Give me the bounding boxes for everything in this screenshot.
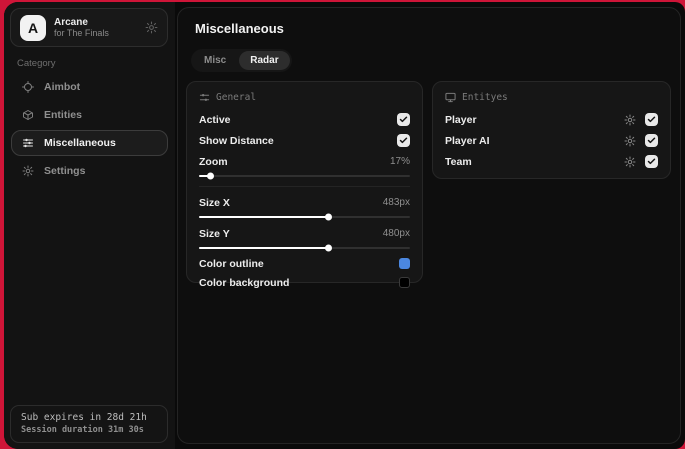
zoom-label: Zoom bbox=[199, 155, 228, 168]
general-card: General Active Show Distance Zoom 17% Si… bbox=[186, 81, 423, 289]
general-card-title: General bbox=[216, 92, 257, 103]
sidebar-item-entities[interactable]: Entities bbox=[11, 102, 168, 128]
sliders-icon bbox=[22, 137, 34, 149]
player-ai-label: Player AI bbox=[445, 134, 490, 147]
size-x-row: Size X 483px bbox=[199, 192, 410, 213]
color-outline-swatch[interactable] bbox=[399, 258, 410, 269]
sidebar-item-miscellaneous[interactable]: Miscellaneous bbox=[11, 130, 168, 156]
size-y-value: 480px bbox=[382, 228, 410, 239]
sidebar-item-label: Aimbot bbox=[44, 81, 81, 93]
zoom-row: Zoom 17% bbox=[199, 151, 410, 172]
sidebar-item-label: Entities bbox=[44, 109, 82, 121]
team-row: Team bbox=[445, 151, 658, 172]
size-y-row: Size Y 480px bbox=[199, 223, 410, 244]
active-label: Active bbox=[199, 113, 231, 126]
sliders-icon bbox=[199, 92, 210, 103]
sidebar-item-aimbot[interactable]: Aimbot bbox=[11, 74, 168, 100]
player-gear-icon[interactable] bbox=[624, 114, 636, 126]
size-y-label: Size Y bbox=[199, 227, 230, 240]
entities-card-title: Entityes bbox=[462, 92, 508, 103]
subscription-card: Sub expires in 28d 21h Session duration … bbox=[10, 405, 168, 443]
app-avatar: A bbox=[20, 14, 46, 41]
zoom-slider[interactable] bbox=[199, 172, 410, 182]
monitor-icon bbox=[445, 92, 456, 103]
team-gear-icon[interactable] bbox=[624, 156, 636, 168]
zoom-value: 17% bbox=[389, 156, 410, 167]
page-title: Miscellaneous bbox=[195, 21, 284, 36]
color-outline-label: Color outline bbox=[199, 257, 264, 270]
size-x-slider[interactable] bbox=[199, 213, 410, 223]
tab-misc[interactable]: Misc bbox=[193, 51, 237, 70]
app-name: Arcane bbox=[54, 16, 88, 28]
brand-card: A Arcane for The Finals bbox=[10, 8, 168, 47]
sidebar-item-settings[interactable]: Settings bbox=[11, 158, 168, 184]
size-y-slider[interactable] bbox=[199, 244, 410, 254]
player-checkbox[interactable] bbox=[645, 113, 658, 126]
player-label: Player bbox=[445, 113, 477, 126]
show-distance-checkbox[interactable] bbox=[397, 134, 410, 147]
color-outline-row: Color outline bbox=[199, 254, 410, 273]
team-label: Team bbox=[445, 155, 472, 168]
active-row: Active bbox=[199, 109, 410, 130]
sub-expires-text: Sub expires in 28d 21h bbox=[21, 412, 147, 423]
crosshair-icon bbox=[22, 81, 34, 93]
app-subtitle: for The Finals bbox=[54, 28, 109, 39]
color-background-row: Color background bbox=[199, 273, 410, 292]
active-checkbox[interactable] bbox=[397, 113, 410, 126]
sidebar-item-label: Settings bbox=[44, 165, 86, 177]
player-ai-checkbox[interactable] bbox=[645, 134, 658, 147]
app-window: A Arcane for The Finals Category Aimbot … bbox=[4, 2, 685, 449]
cube-icon bbox=[22, 109, 34, 121]
show-distance-row: Show Distance bbox=[199, 130, 410, 151]
color-background-swatch[interactable] bbox=[399, 277, 410, 288]
zoom-slider-thumb[interactable] bbox=[206, 172, 214, 180]
player-ai-row: Player AI bbox=[445, 130, 658, 151]
brand-gear-icon[interactable] bbox=[145, 21, 158, 34]
session-duration-text: Session duration 31m 30s bbox=[21, 425, 144, 435]
size-y-slider-thumb[interactable] bbox=[324, 244, 332, 252]
main-panel: Miscellaneous Misc Radar General Active bbox=[177, 7, 681, 444]
entities-card-header: Entityes bbox=[445, 92, 658, 103]
sidebar: A Arcane for The Finals Category Aimbot … bbox=[4, 2, 175, 449]
size-x-slider-thumb[interactable] bbox=[324, 213, 332, 221]
team-checkbox[interactable] bbox=[645, 155, 658, 168]
size-x-label: Size X bbox=[199, 196, 230, 209]
color-background-label: Color background bbox=[199, 276, 290, 289]
player-row: Player bbox=[445, 109, 658, 130]
sidebar-nav: Aimbot Entities Miscellaneous Settings bbox=[11, 74, 168, 186]
general-card-header: General bbox=[199, 92, 410, 103]
brand-text: Arcane for The Finals bbox=[54, 17, 137, 39]
size-x-value: 483px bbox=[382, 197, 410, 208]
category-label: Category bbox=[17, 58, 56, 69]
entities-card: Entityes Player Player AI Team bbox=[432, 81, 671, 179]
section-divider bbox=[199, 186, 410, 187]
player-ai-gear-icon[interactable] bbox=[624, 135, 636, 147]
tab-radar[interactable]: Radar bbox=[239, 51, 290, 70]
show-distance-label: Show Distance bbox=[199, 134, 274, 147]
gear-icon bbox=[22, 165, 34, 177]
sidebar-item-label: Miscellaneous bbox=[44, 137, 116, 149]
tab-bar: Misc Radar bbox=[191, 49, 292, 72]
